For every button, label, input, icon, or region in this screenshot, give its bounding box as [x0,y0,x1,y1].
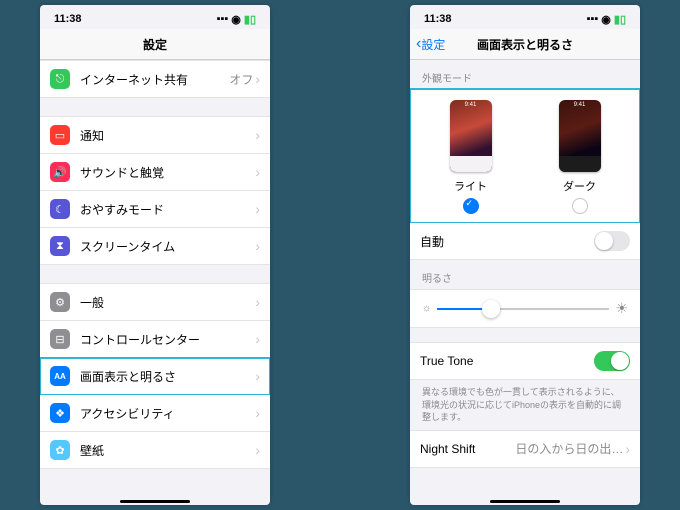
status-icons: ▪▪▪ ◉ ▮▯ [587,13,626,26]
back-button[interactable]: ‹ 設定 [416,35,445,53]
brightness-slider[interactable] [437,308,609,310]
option-label: ダーク [563,178,596,194]
signal-icon: ▪▪▪ [587,13,599,25]
row-wallpaper[interactable]: ✿ 壁紙 › [40,432,270,469]
moon-icon: ☾ [50,199,70,219]
truetone-toggle[interactable] [594,351,630,371]
chevron-right-icon: › [255,127,260,143]
row-display-brightness[interactable]: AA 画面表示と明るさ › [40,358,270,395]
slider-thumb[interactable] [482,300,500,318]
light-preview: 9:41 [450,100,492,172]
gear-icon: ⚙ [50,292,70,312]
accessibility-icon: ❖ [50,403,70,423]
radio-unselected[interactable] [572,198,588,214]
row-label: インターネット共有 [80,71,229,88]
row-label: コントロールセンター [80,331,255,348]
row-label: スクリーンタイム [80,238,255,255]
status-bar: 11:38 ▪▪▪ ◉ ▮▯ [410,5,640,29]
row-control-center[interactable]: ⊟ コントロールセンター › [40,321,270,358]
row-label: 自動 [420,233,594,250]
row-auto: 自動 [410,223,640,260]
chevron-right-icon: › [255,331,260,347]
row-label: Night Shift [420,442,515,456]
row-accessibility[interactable]: ❖ アクセシビリティ › [40,395,270,432]
radio-selected[interactable] [463,198,479,214]
brightness-header: 明るさ [410,260,640,289]
page-title: 設定 [143,36,167,53]
chevron-right-icon: › [255,71,260,87]
nav-bar: ‹ 設定 画面表示と明るさ [410,29,640,60]
wifi-icon: ◉ [231,13,241,26]
row-general[interactable]: ⚙ 一般 › [40,283,270,321]
row-value: オフ [229,71,253,88]
status-time: 11:38 [54,13,82,25]
chevron-right-icon: › [255,294,260,310]
chevron-right-icon: › [255,201,260,217]
hourglass-icon: ⧗ [50,236,70,256]
status-icons: ▪▪▪ ◉ ▮▯ [217,13,256,26]
display-icon: AA [50,366,70,386]
row-screentime[interactable]: ⧗ スクリーンタイム › [40,228,270,265]
row-notifications[interactable]: ▭ 通知 › [40,116,270,154]
row-label: True Tone [420,354,594,368]
row-dnd[interactable]: ☾ おやすみモード › [40,191,270,228]
row-value: 日の入から日の出… [515,440,623,457]
chevron-right-icon: › [255,442,260,458]
chevron-right-icon: › [625,441,630,457]
nav-bar: 設定 [40,29,270,60]
sun-small-icon: ☼ [422,303,431,314]
chevron-right-icon: › [255,238,260,254]
row-night-shift[interactable]: Night Shift 日の入から日の出… › [410,430,640,468]
row-sound[interactable]: 🔊 サウンドと触覚 › [40,154,270,191]
status-time: 11:38 [424,13,452,25]
row-label: 壁紙 [80,442,255,459]
chevron-right-icon: › [255,368,260,384]
home-indicator[interactable] [490,500,560,503]
row-hotspot[interactable]: ⎋ インターネット共有 オフ › [40,60,270,98]
row-label: 一般 [80,294,255,311]
control-icon: ⊟ [50,329,70,349]
signal-icon: ▪▪▪ [217,13,229,25]
display-brightness-screen: 11:38 ▪▪▪ ◉ ▮▯ ‹ 設定 画面表示と明るさ 外観モード 9:41 … [410,5,640,505]
row-truetone: True Tone [410,342,640,380]
hotspot-icon: ⎋ [50,69,70,89]
row-label: サウンドと触覚 [80,164,255,181]
dark-preview: 9:41 [559,100,601,172]
auto-toggle[interactable] [594,231,630,251]
wallpaper-icon: ✿ [50,440,70,460]
row-label: おやすみモード [80,201,255,218]
appearance-option-light[interactable]: 9:41 ライト [416,100,525,214]
appearance-option-dark[interactable]: 9:41 ダーク [525,100,634,214]
brightness-slider-row: ☼ ☀ [410,289,640,328]
sun-large-icon: ☀ [615,300,628,317]
sound-icon: 🔊 [50,162,70,182]
battery-icon: ▮▯ [614,13,626,26]
page-title: 画面表示と明るさ [477,36,573,53]
appearance-mode-picker: 9:41 ライト 9:41 ダーク [410,89,640,223]
chevron-right-icon: › [255,164,260,180]
notifications-icon: ▭ [50,125,70,145]
row-label: 画面表示と明るさ [80,368,255,385]
home-indicator[interactable] [120,500,190,503]
status-bar: 11:38 ▪▪▪ ◉ ▮▯ [40,5,270,29]
row-label: 通知 [80,127,255,144]
battery-icon: ▮▯ [244,13,256,26]
wifi-icon: ◉ [601,13,611,26]
option-label: ライト [454,178,487,194]
row-label: アクセシビリティ [80,405,255,422]
settings-root-screen: 11:38 ▪▪▪ ◉ ▮▯ 設定 ⎋ インターネット共有 オフ › ▭ 通知 … [40,5,270,505]
appearance-header: 外観モード [410,60,640,89]
truetone-description: 異なる環境でも色が一貫して表示されるように、環境光の状況に応じてiPhoneの表… [410,380,640,430]
chevron-right-icon: › [255,405,260,421]
